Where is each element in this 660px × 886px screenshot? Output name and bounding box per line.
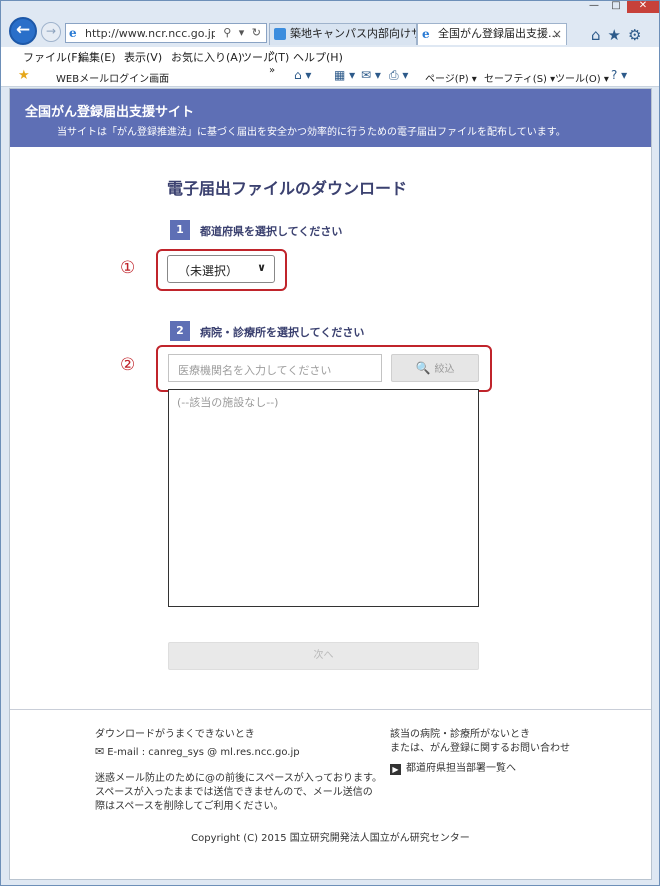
facility-search-input[interactable]: 医療機関名を入力してください [168, 354, 382, 382]
web-page: 全国がん登録届出支援サイト 当サイトは「がん登録推進法」に基づく届出を安全かつ効… [9, 88, 652, 880]
safety-menu[interactable]: セーフティ(S) ▾ [484, 70, 555, 85]
support-email: ✉ E-mail : canreg_sys @ ml.res.ncc.go.jp [95, 745, 300, 758]
footer-divider [10, 709, 651, 710]
search-refresh-icons[interactable]: ⚲ ▾ ↻ [223, 26, 263, 39]
minimize-button[interactable]: — [583, 1, 605, 13]
search-placeholder: 医療機関名を入力してください [178, 364, 332, 377]
title-bar: — □ ✕ [1, 1, 659, 13]
filter-button[interactable]: 🔍 絞込 [391, 354, 479, 382]
help-icon[interactable]: ? ▾ [611, 68, 627, 82]
tab-favicon-icon [274, 28, 286, 40]
site-title[interactable]: 全国がん登録届出支援サイト [25, 101, 194, 120]
forward-button[interactable]: → [41, 22, 61, 42]
support-note-line: 迷惑メール防止のために@の前後にスペースが入っております。 [95, 773, 382, 784]
email-text: E-mail : canreg_sys @ ml.res.ncc.go.jp [107, 747, 300, 758]
menubar-chevron-icon[interactable]: » [269, 48, 275, 59]
page-title: 電子届出ファイルのダウンロード [167, 179, 408, 198]
prefecture-contacts-link[interactable]: ▶ 都道府県担当部署一覧へ [390, 759, 516, 775]
step-label: 都道府県を選択してください [200, 225, 343, 238]
feeds-icon[interactable]: ▦ ▾ [334, 68, 355, 82]
back-button[interactable]: ← [9, 17, 37, 45]
menu-view[interactable]: 表示(V) [124, 49, 162, 65]
search-icon: 🔍 [415, 361, 431, 375]
link-label: 都道府県担当部署一覧へ [406, 763, 516, 774]
tab-active-site[interactable]: e 全国がん登録届出支援... × [417, 23, 567, 45]
prefecture-select-value: （未選択） [178, 264, 239, 278]
prefecture-select[interactable]: （未選択） ∨ [167, 255, 275, 283]
page-menu[interactable]: ページ(P) ▾ [425, 70, 477, 85]
tab-title: 全国がん登録届出支援... [438, 27, 559, 40]
arrow-right-icon: ▶ [390, 764, 401, 775]
step-number-badge: 1 [170, 220, 190, 240]
menu-tools[interactable]: ツール(T) [241, 49, 289, 65]
mail-icon: ✉ [95, 745, 105, 758]
support-heading: ダウンロードがうまくできないとき [95, 729, 255, 740]
ie-tab-icon: e [422, 27, 430, 41]
ie-page-icon: e [69, 26, 77, 40]
menu-file[interactable]: ファイル(F) [23, 49, 82, 65]
chevron-down-icon: ∨ [257, 261, 266, 274]
menu-help[interactable]: ヘルプ(H) [293, 49, 343, 65]
copyright: Copyright (C) 2015 国立研究開発法人国立がん研究センター [191, 833, 470, 844]
tab-close-icon[interactable]: × [552, 24, 562, 44]
site-description: 当サイトは「がん登録推進法」に基づく届出を安全かつ効率的に行うための電子届出ファ… [57, 127, 566, 138]
facility-list[interactable]: (--該当の施設なし--) [168, 389, 479, 607]
annotation-marker-1: ① [120, 258, 136, 278]
print-icon[interactable]: ⎙ ▾ [389, 68, 408, 83]
menu-bar: ファイル(F) 編集(E) 表示(V) お気に入り(A) ツール(T) ヘルプ(… [1, 47, 659, 65]
close-window-button[interactable]: ✕ [627, 1, 659, 13]
tab-title: 築地キャンパス内部向けサー... [290, 27, 416, 40]
favorites-star-icon[interactable]: ★ [18, 68, 30, 83]
browser-window: — □ ✕ ← → e http://www.ncr.ncc.go.jp/en … [0, 0, 660, 886]
home-icon[interactable]: ⌂ ▾ [294, 68, 311, 82]
support-note-line: スペースが入ったままでは送信できませんので、メール送信の [95, 787, 373, 798]
tools-menu[interactable]: ツール(O) ▾ [555, 70, 609, 85]
step-label: 病院・診療所を選択してください [200, 326, 365, 339]
tab-tsukiji[interactable]: 築地キャンパス内部向けサー... [269, 23, 417, 45]
favorites-bar: ★ WEBメールログイン画面 » ⌂ ▾ ▦ ▾ ✉ ▾ ⎙ ▾ ページ(P) … [1, 65, 659, 87]
menu-favorites[interactable]: お気に入り(A) [171, 49, 242, 65]
contact-line: または、がん登録に関するお問い合わせ [390, 743, 570, 754]
contact-line: 該当の病院・診療所がないとき [390, 729, 530, 740]
home-favorites-settings-icons[interactable]: ⌂★⚙ [591, 26, 648, 44]
step-number-badge: 2 [170, 321, 190, 341]
site-header: 全国がん登録届出支援サイト 当サイトは「がん登録推進法」に基づく届出を安全かつ効… [10, 89, 651, 147]
favbar-chevron-icon[interactable]: » [269, 65, 275, 76]
navigation-bar: ← → e http://www.ncr.ncc.go.jp/en ⚲ ▾ ↻ … [1, 15, 659, 47]
favorite-webmail-link[interactable]: WEBメールログイン画面 [56, 70, 169, 85]
support-note-line: 際はスペースを削除してご利用ください。 [95, 801, 284, 812]
url-text[interactable]: http://www.ncr.ncc.go.jp/en [85, 27, 215, 40]
next-button[interactable]: 次へ [168, 642, 479, 670]
maximize-button[interactable]: □ [605, 1, 627, 13]
menu-edit[interactable]: 編集(E) [78, 49, 116, 65]
mail-icon[interactable]: ✉ ▾ [361, 68, 381, 82]
empty-list-message: (--該当の施設なし--) [177, 396, 279, 409]
address-bar[interactable]: e http://www.ncr.ncc.go.jp/en ⚲ ▾ ↻ [65, 23, 267, 43]
annotation-marker-2: ② [120, 355, 136, 375]
filter-button-label: 絞込 [434, 364, 455, 375]
